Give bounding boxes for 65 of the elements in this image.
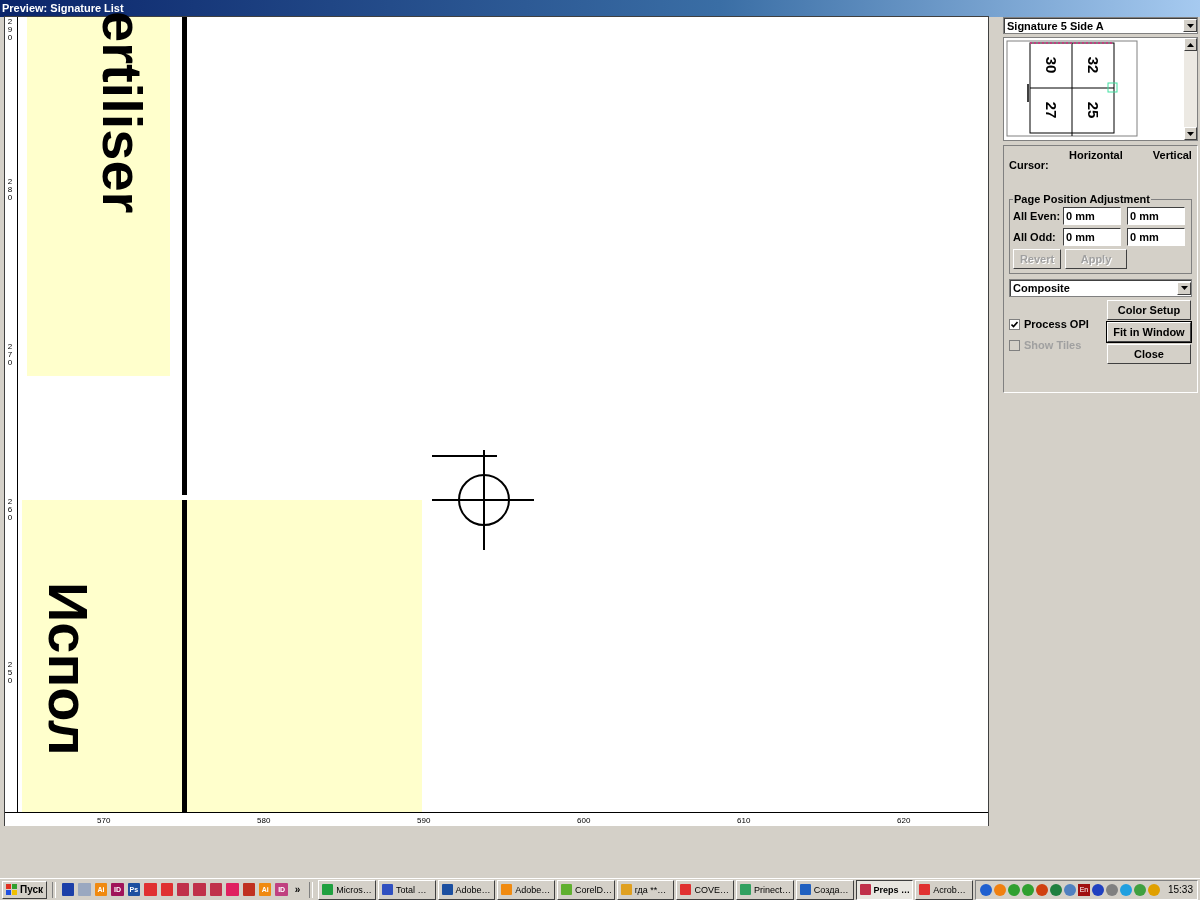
taskbar-button[interactable]: гда **… [616,879,675,900]
field-label: All Even: [1013,210,1059,222]
taskbar-button[interactable]: COVE… [676,879,735,900]
signature-dropdown[interactable]: Signature 5 Side A [1003,17,1198,34]
start-button[interactable]: Пуск [2,880,48,899]
ruler-label: 610 [737,816,751,825]
ruler-label: 600 [577,816,591,825]
clock: 15:33 [1167,884,1193,895]
app-icon[interactable] [242,883,256,896]
ruler-label: 250 [6,661,14,685]
checkbox[interactable]: Process OPI [1009,318,1103,330]
ruler-label: 590 [417,816,431,825]
tray-icon[interactable] [1063,883,1076,896]
field-label: All Odd: [1013,231,1057,243]
ruler-label: 260 [6,498,14,522]
input-field[interactable]: 0 mm [1063,207,1121,225]
input-field[interactable]: 0 mm [1127,228,1185,246]
taskbar-button[interactable]: Adobe… [497,879,555,900]
input-field[interactable]: 0 mm [1063,228,1121,246]
page-text: Испол [36,582,101,756]
taskbar-button[interactable]: Micros… [318,879,376,900]
ruler-label: 270 [6,343,14,367]
taskbar-button[interactable]: Preps … [855,879,914,900]
scroll-up-icon[interactable] [1184,38,1197,51]
app-icon[interactable] [62,883,75,896]
app-icon[interactable] [209,883,223,896]
group-title: Page Position Adjustment [1013,193,1151,205]
column-label: Vertical [1152,149,1192,161]
position-marker[interactable] [1107,82,1118,93]
tray-icon[interactable] [1035,883,1048,896]
page-text: ertiliser [91,11,155,214]
app-icon[interactable] [176,883,190,896]
input-field[interactable]: 0 mm [1127,207,1185,225]
ruler-label: 570 [97,816,111,825]
more-button[interactable]: » [290,884,305,895]
taskbar-button[interactable]: Acrob… [915,879,973,900]
mode-dropdown[interactable]: Composite [1009,279,1192,297]
action-button[interactable]: Color Setup [1107,300,1191,320]
ruler-label: 290 [6,18,14,42]
column-label: Horizontal [1069,149,1123,161]
window-title: Preview: Signature List [1,2,124,14]
action-button[interactable]: Fit in Window [1107,322,1191,342]
tray-icon[interactable] [1091,883,1104,896]
checkmark-icon [1011,320,1018,328]
taskbar-button[interactable]: Prinect… [736,879,794,900]
tray-icon[interactable] [1105,883,1118,896]
scroll-down-icon[interactable] [1184,127,1197,140]
page-number: 27 [1042,101,1060,119]
page-number: 25 [1084,101,1102,119]
page-number: 32 [1084,56,1102,74]
app-icon[interactable] [160,883,173,896]
taskbar-button[interactable]: Total … [377,879,436,900]
taskbar-button[interactable]: Adobe… [437,879,496,900]
ruler-label: 580 [257,816,271,825]
page-number: 30 [1042,56,1060,74]
ruler-label: 280 [6,178,14,202]
windows-logo-icon [6,884,17,895]
taskbar-button[interactable]: CorelD… [557,879,615,900]
tray-icon[interactable] [1049,883,1062,896]
tray-icon[interactable] [979,883,992,896]
action-button[interactable]: Close [1107,344,1191,364]
scrollbar[interactable] [1184,38,1197,140]
taskbar-button[interactable]: Созда… [795,879,854,900]
ruler-label: 620 [897,816,911,825]
cursor-label: Cursor: [1009,159,1050,171]
